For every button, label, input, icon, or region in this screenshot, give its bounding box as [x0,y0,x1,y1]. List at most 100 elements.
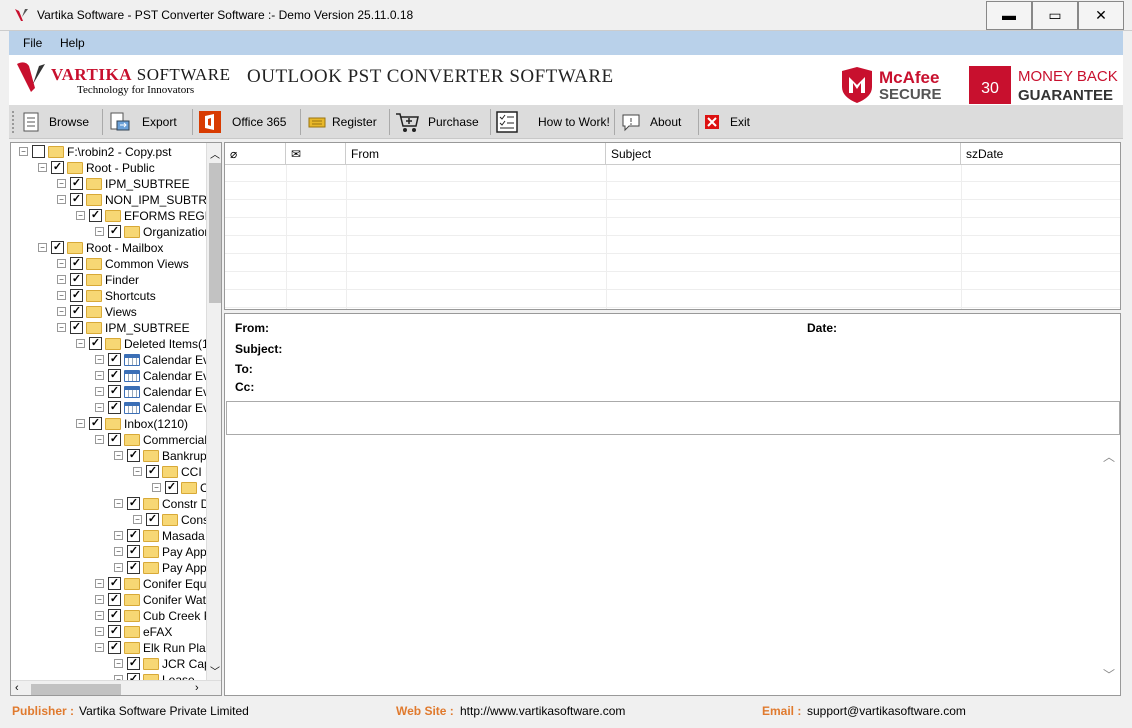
expand-collapse-icon[interactable]: − [19,147,28,156]
tree-checkbox[interactable]: ✓ [127,449,140,462]
expand-collapse-icon[interactable]: − [95,355,104,364]
expand-collapse-icon[interactable]: − [95,643,104,652]
tree-checkbox[interactable]: ✓ [70,289,83,302]
expand-collapse-icon[interactable]: − [95,227,104,236]
email-link[interactable]: support@vartikasoftware.com [807,704,966,718]
expand-collapse-icon[interactable]: − [133,515,142,524]
table-row[interactable] [225,219,1120,236]
minimize-button[interactable]: ▬ [986,1,1032,30]
exit-button[interactable]: Exit [704,105,764,139]
tree-checkbox[interactable]: ✓ [127,497,140,510]
tree-checkbox[interactable]: ✓ [70,177,83,190]
preview-scroll-up-icon[interactable]: ︿ [1103,448,1115,465]
tree-checkbox[interactable]: ✓ [70,273,83,286]
expand-collapse-icon[interactable]: − [133,467,142,476]
tree-checkbox[interactable]: ✓ [89,337,102,350]
tree-checkbox[interactable]: ✓ [108,385,121,398]
expand-collapse-icon[interactable]: − [95,627,104,636]
export-button[interactable]: Export [109,105,189,139]
close-button[interactable]: ✕ [1078,1,1124,30]
tree-checkbox[interactable]: ✓ [127,657,140,670]
from-column[interactable]: From [346,143,606,165]
scroll-left-icon[interactable]: ‹ [15,682,19,694]
tree-checkbox[interactable]: ✓ [51,241,64,254]
expand-collapse-icon[interactable]: − [38,243,47,252]
tree-checkbox[interactable]: ✓ [70,193,83,206]
purchase-button[interactable]: Purchase [395,105,489,139]
tree-checkbox[interactable]: ✓ [108,593,121,606]
tree-checkbox[interactable]: ✓ [108,369,121,382]
tree-checkbox[interactable]: ✓ [108,433,121,446]
expand-collapse-icon[interactable]: − [57,275,66,284]
table-row[interactable] [225,255,1120,272]
expand-collapse-icon[interactable]: − [95,403,104,412]
menu-help[interactable]: Help [60,36,85,50]
tree-checkbox[interactable]: ✓ [51,161,64,174]
attachment-column[interactable]: ⌀ [225,143,286,165]
expand-collapse-icon[interactable]: − [95,579,104,588]
tree-checkbox[interactable]: ✓ [108,641,121,654]
preview-scroll-down-icon[interactable]: ﹀ [1103,666,1115,683]
tree-vertical-scrollbar[interactable]: ︿ ﹀ [206,143,221,680]
tree-checkbox[interactable]: ✓ [127,545,140,558]
tree-horizontal-scrollbar[interactable]: ‹ › [11,680,221,695]
office365-button[interactable]: Office 365 [198,105,298,139]
register-button[interactable]: Register [306,105,388,139]
scroll-up-icon[interactable]: ︿ [210,146,220,161]
tree-checkbox[interactable]: ✓ [127,561,140,574]
read-status-column[interactable]: ✉ [286,143,346,165]
expand-collapse-icon[interactable]: − [95,387,104,396]
date-column[interactable]: szDate [961,143,1120,165]
tree-checkbox[interactable]: ✓ [108,609,121,622]
expand-collapse-icon[interactable]: − [114,659,123,668]
tree-checkbox[interactable]: ✓ [146,513,159,526]
tree-checkbox[interactable]: ✓ [108,225,121,238]
about-button[interactable]: About [620,105,700,139]
expand-collapse-icon[interactable]: − [152,483,161,492]
menu-file[interactable]: File [23,36,42,50]
expand-collapse-icon[interactable]: − [95,371,104,380]
expand-collapse-icon[interactable]: − [57,179,66,188]
maximize-button[interactable]: ▭ [1032,1,1078,30]
tree-checkbox[interactable]: ✓ [89,417,102,430]
subject-column[interactable]: Subject [606,143,961,165]
expand-collapse-icon[interactable]: − [38,163,47,172]
message-grid[interactable]: ⌀ ✉ From Subject szDate [224,142,1121,310]
tree-checkbox[interactable]: ✓ [146,465,159,478]
table-row[interactable] [225,201,1120,218]
expand-collapse-icon[interactable]: − [76,419,85,428]
how-to-work-button[interactable]: How to Work! [496,105,614,139]
tree-checkbox[interactable]: ✓ [165,481,178,494]
expand-collapse-icon[interactable]: − [114,451,123,460]
expand-collapse-icon[interactable]: − [76,211,85,220]
expand-collapse-icon[interactable]: − [57,307,66,316]
expand-collapse-icon[interactable]: − [76,339,85,348]
expand-collapse-icon[interactable]: − [114,563,123,572]
table-row[interactable] [225,183,1120,200]
tree-checkbox[interactable]: ✓ [108,353,121,366]
expand-collapse-icon[interactable]: − [114,531,123,540]
website-link[interactable]: http://www.vartikasoftware.com [460,704,625,718]
browse-button[interactable]: Browse [19,105,101,139]
expand-collapse-icon[interactable]: − [57,291,66,300]
scroll-right-icon[interactable]: › [195,682,199,694]
tree-checkbox[interactable] [32,145,45,158]
tree-checkbox[interactable]: ✓ [70,305,83,318]
tree-checkbox[interactable]: ✓ [89,209,102,222]
table-row[interactable] [225,237,1120,254]
expand-collapse-icon[interactable]: − [114,499,123,508]
expand-collapse-icon[interactable]: − [57,195,66,204]
expand-collapse-icon[interactable]: − [57,323,66,332]
table-row[interactable] [225,165,1120,182]
table-row[interactable] [225,291,1120,308]
tree-checkbox[interactable]: ✓ [108,401,121,414]
expand-collapse-icon[interactable]: − [57,259,66,268]
expand-collapse-icon[interactable]: − [95,611,104,620]
tree-checkbox[interactable]: ✓ [127,529,140,542]
expand-collapse-icon[interactable]: − [95,435,104,444]
expand-collapse-icon[interactable]: − [114,547,123,556]
tree-scroll-thumb[interactable] [209,163,221,303]
tree-checkbox[interactable]: ✓ [108,625,121,638]
table-row[interactable] [225,273,1120,290]
tree-checkbox[interactable]: ✓ [70,257,83,270]
